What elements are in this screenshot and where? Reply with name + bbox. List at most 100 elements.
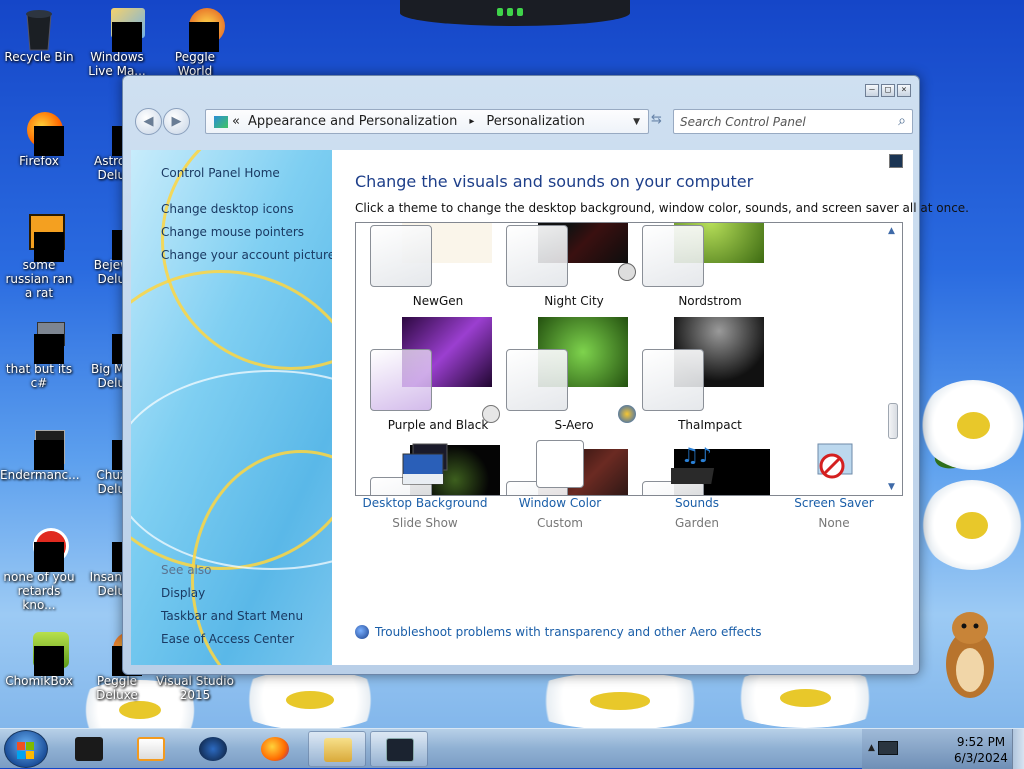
network-icon[interactable] [878, 741, 898, 755]
personalization-window[interactable]: – □ × ◀ ▶ « Appearance and Personalizati… [122, 75, 969, 675]
ease-of-access-link[interactable]: Ease of Access Center [161, 632, 294, 646]
desktop-icon-firefox[interactable]: Firefox [0, 110, 78, 168]
desktop-icon-peggle-world[interactable]: Peggle World [156, 6, 234, 78]
start-button[interactable] [4, 730, 48, 768]
desktop-icon-that-but-its-csharp[interactable]: that but its c# [0, 318, 78, 390]
taskbar-explorer[interactable] [308, 731, 366, 767]
theme-item-thaimpact[interactable]: ThaImpact [642, 317, 778, 437]
svg-text:♫♪: ♫♪ [681, 443, 712, 467]
taskbar-media-player[interactable] [122, 731, 180, 767]
screen-saver-link[interactable]: Screen Saver [764, 496, 904, 510]
theme-name: Nordstrom [678, 294, 742, 308]
address-dropdown-icon[interactable]: ▼ [633, 117, 640, 127]
theme-name: NewGen [412, 294, 464, 308]
maximize-button[interactable]: □ [881, 84, 895, 97]
scroll-up-arrow-icon[interactable]: ▲ [888, 226, 895, 236]
search-input[interactable]: Search Control Panel ⌕ [673, 109, 913, 134]
theme-name: Night City [544, 294, 604, 308]
refresh-icon[interactable]: ⇆ [651, 112, 662, 127]
sounds-setting[interactable]: ♫♪ Sounds Garden [627, 440, 767, 530]
change-account-picture-link[interactable]: Change your account picture [161, 248, 332, 262]
wallpaper-daisy [520, 672, 720, 730]
theme-glass-preview [370, 349, 432, 411]
minimize-button[interactable]: – [865, 84, 879, 97]
show-hidden-icons-icon[interactable]: ▲ [868, 743, 875, 753]
peggle-icon [175, 6, 225, 52]
close-button[interactable]: × [897, 84, 911, 97]
change-desktop-icons-link[interactable]: Change desktop icons [161, 202, 294, 216]
window-color-setting[interactable]: Window Color Custom [490, 440, 630, 530]
desktop-icon-recycle-bin[interactable]: Recycle Bin [0, 6, 78, 64]
breadcrumb-chevrons[interactable]: « [232, 114, 240, 129]
hamster-desktop-gadget[interactable] [938, 604, 1002, 704]
theme-glass-preview [506, 349, 568, 411]
taskbar-personalization[interactable] [370, 731, 428, 767]
app-icon [75, 737, 103, 761]
screen-saver-setting[interactable]: Screen Saver None [764, 440, 904, 530]
app-icon [19, 526, 69, 572]
document-icon [19, 424, 65, 470]
breadcrumb-appearance[interactable]: Appearance and Personalization [248, 114, 457, 129]
task-pane: Control Panel Home Change desktop icons … [131, 150, 332, 665]
see-also-heading: See also [161, 563, 212, 577]
desktop-background-value: Slide Show [392, 516, 458, 530]
taskbar: ▲ 9:52 PM 6/3/2024 [0, 728, 1024, 769]
theme-glass-preview [370, 225, 432, 287]
taskbar-app-1[interactable] [60, 731, 118, 767]
clock-date: 6/3/2024 [954, 751, 1008, 765]
wallpaper-daisy [920, 480, 1024, 570]
desktop-icon-windows-live[interactable]: Windows Live Ma... [78, 6, 156, 78]
taskbar-start-menu-link[interactable]: Taskbar and Start Menu [161, 609, 303, 623]
theme-item-purple-and-black[interactable]: Purple and Black [370, 317, 506, 437]
desktop-icon-none-of-you[interactable]: none of you retards kno... [0, 526, 78, 612]
show-desktop-button[interactable] [1012, 729, 1024, 769]
change-mouse-pointers-link[interactable]: Change mouse pointers [161, 225, 304, 239]
screen-saver-icon [808, 440, 860, 490]
globe-icon [355, 625, 369, 639]
window-color-value: Custom [537, 516, 583, 530]
wallpaper-daisy [230, 670, 390, 730]
chomikbox-icon [19, 630, 69, 676]
search-icon[interactable]: ⌕ [898, 113, 906, 129]
windows-stack-icon [19, 318, 65, 364]
theme-item-s-aero[interactable]: S-Aero [506, 317, 642, 437]
window-color-icon [534, 440, 586, 490]
clock-time: 9:52 PM [956, 735, 1006, 749]
desktop-icon-some-russian[interactable]: some russian ran a rat [0, 214, 78, 300]
control-panel-home-link[interactable]: Control Panel Home [161, 166, 280, 180]
theme-badge-icon [618, 263, 636, 281]
folder-icon [324, 738, 352, 762]
theme-glass-preview [642, 225, 704, 287]
scrollbar-thumb[interactable] [888, 403, 898, 439]
media-player-icon [137, 737, 165, 761]
theme-item-newgen[interactable]: NewGen [370, 223, 506, 313]
theme-glass-preview [642, 349, 704, 411]
desktop-background-setting[interactable]: Desktop Background Slide Show [355, 440, 495, 530]
back-button[interactable]: ◀ [135, 108, 162, 135]
breadcrumb-separator[interactable]: ▸ [469, 116, 474, 127]
screen-saver-value: None [818, 516, 850, 530]
display-link[interactable]: Display [161, 586, 205, 600]
help-icon[interactable] [889, 154, 903, 168]
sounds-link[interactable]: Sounds [627, 496, 767, 510]
address-bar[interactable]: « Appearance and Personalization ▸ Perso… [205, 109, 649, 134]
desktop-background-link[interactable]: Desktop Background [355, 496, 495, 510]
control-panel-icon [214, 115, 228, 128]
taskbar-firefox[interactable] [246, 731, 304, 767]
troubleshoot-link[interactable]: Troubleshoot problems with transparency … [355, 625, 762, 639]
desktop-icon-endermanch[interactable]: Endermanc... [0, 424, 80, 482]
desktop-icon-chomikbox[interactable]: ChomikBox [0, 630, 78, 688]
forward-button[interactable]: ▶ [163, 108, 190, 135]
theme-item-night-city[interactable]: Night City [506, 223, 642, 313]
firefox-icon [19, 110, 64, 156]
troubleshoot-text[interactable]: Troubleshoot problems with transparency … [375, 625, 762, 639]
search-placeholder: Search Control Panel [680, 114, 806, 129]
sounds-value: Garden [675, 516, 719, 530]
desktop-wallpaper-top-ornament [400, 0, 630, 26]
theme-item-nordstrom[interactable]: Nordstrom [642, 223, 778, 313]
taskbar-app-3[interactable] [184, 731, 242, 767]
breadcrumb-personalization[interactable]: Personalization [486, 114, 585, 129]
monitor-icon [386, 738, 414, 762]
window-color-link[interactable]: Window Color [490, 496, 630, 510]
clock[interactable]: 9:52 PM 6/3/2024 [946, 734, 1016, 766]
